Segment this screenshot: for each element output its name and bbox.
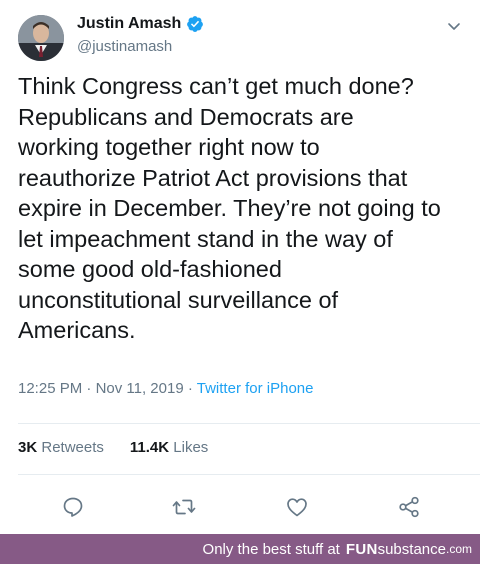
watermark-brand-tld: .com bbox=[445, 542, 472, 556]
likes-stat[interactable]: 11.4K Likes bbox=[130, 439, 208, 456]
tweet-date[interactable]: Nov 11, 2019 bbox=[96, 380, 184, 397]
author-handle[interactable]: @justinamash bbox=[77, 38, 172, 55]
watermark-brand-substance: substance bbox=[377, 540, 446, 558]
tweet-time[interactable]: 12:25 PM bbox=[18, 380, 82, 397]
retweets-label: Retweets bbox=[41, 439, 104, 456]
reply-icon[interactable] bbox=[61, 495, 85, 519]
tweet-stats: 3K Retweets 11.4K Likes bbox=[18, 439, 234, 456]
author-name[interactable]: Justin Amash bbox=[77, 15, 181, 33]
watermark-banner: Only the best stuff at FUN substance .com bbox=[0, 534, 480, 564]
share-icon[interactable] bbox=[397, 495, 421, 519]
divider bbox=[18, 423, 480, 424]
likes-count: 11.4K bbox=[129, 439, 170, 456]
watermark-brand-fun: FUN bbox=[345, 540, 378, 558]
chevron-down-icon[interactable] bbox=[446, 18, 462, 34]
avatar[interactable] bbox=[18, 15, 64, 61]
tweet-meta: 12:25 PM · Nov 11, 2019 · Twitter for iP… bbox=[18, 380, 313, 397]
watermark-tagline: Only the best stuff at bbox=[202, 540, 340, 558]
meta-separator: · bbox=[187, 380, 193, 397]
heart-icon[interactable] bbox=[285, 495, 309, 519]
likes-label: Likes bbox=[173, 439, 209, 456]
retweets-stat[interactable]: 3K Retweets bbox=[18, 439, 104, 456]
retweet-icon[interactable] bbox=[172, 495, 196, 519]
divider bbox=[18, 474, 480, 475]
verified-badge-icon bbox=[187, 16, 204, 32]
avatar-image bbox=[18, 15, 64, 61]
tweet-source-link[interactable]: Twitter for iPhone bbox=[197, 380, 314, 397]
tweet-text: Think Congress can’t get much done? Repu… bbox=[18, 73, 441, 343]
action-bar bbox=[0, 490, 480, 524]
meta-separator: · bbox=[86, 380, 92, 397]
retweets-count: 3K bbox=[18, 439, 38, 456]
author-row: Justin Amash bbox=[77, 15, 204, 33]
